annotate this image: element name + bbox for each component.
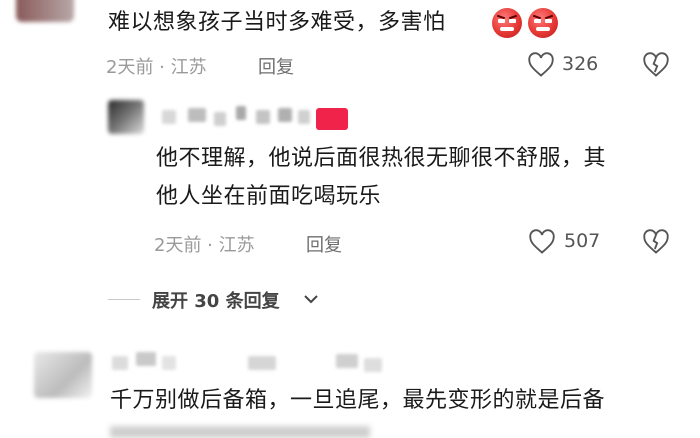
angry-face-icon [492, 8, 522, 38]
expand-replies-label[interactable]: 展开 30 条回复 [152, 287, 280, 313]
dislike-icon[interactable] [642, 229, 670, 255]
reply-button[interactable]: 回复 [306, 231, 342, 257]
avatar[interactable] [16, 0, 74, 22]
like-count: 507 [564, 230, 601, 252]
reply-button[interactable]: 回复 [258, 53, 294, 79]
avatar[interactable] [34, 352, 92, 398]
chevron-down-icon[interactable] [302, 292, 320, 306]
angry-face-icon [528, 8, 558, 38]
truncated-text-line [110, 426, 370, 438]
comment-text-line-2: 他人坐在前面吃喝玩乐 [156, 184, 382, 209]
dislike-icon[interactable] [642, 52, 670, 78]
author-badge [316, 108, 348, 130]
like-count: 326 [562, 53, 599, 75]
time-location: 2天前 · 江苏 [154, 235, 255, 256]
time-location: 2天前 · 江苏 [106, 57, 207, 78]
comment-text-line-1: 他不理解，他说后面很热很无聊很不舒服，其 [156, 146, 607, 171]
divider-line [108, 299, 140, 300]
comment-text: 千万别做后备箱，一旦追尾，最先变形的就是后备 [110, 388, 606, 413]
comment-text: 难以想象孩子当时多难受，多害怕 [108, 10, 446, 35]
avatar[interactable] [108, 100, 144, 134]
heart-icon[interactable] [527, 52, 555, 78]
heart-icon[interactable] [528, 229, 556, 255]
